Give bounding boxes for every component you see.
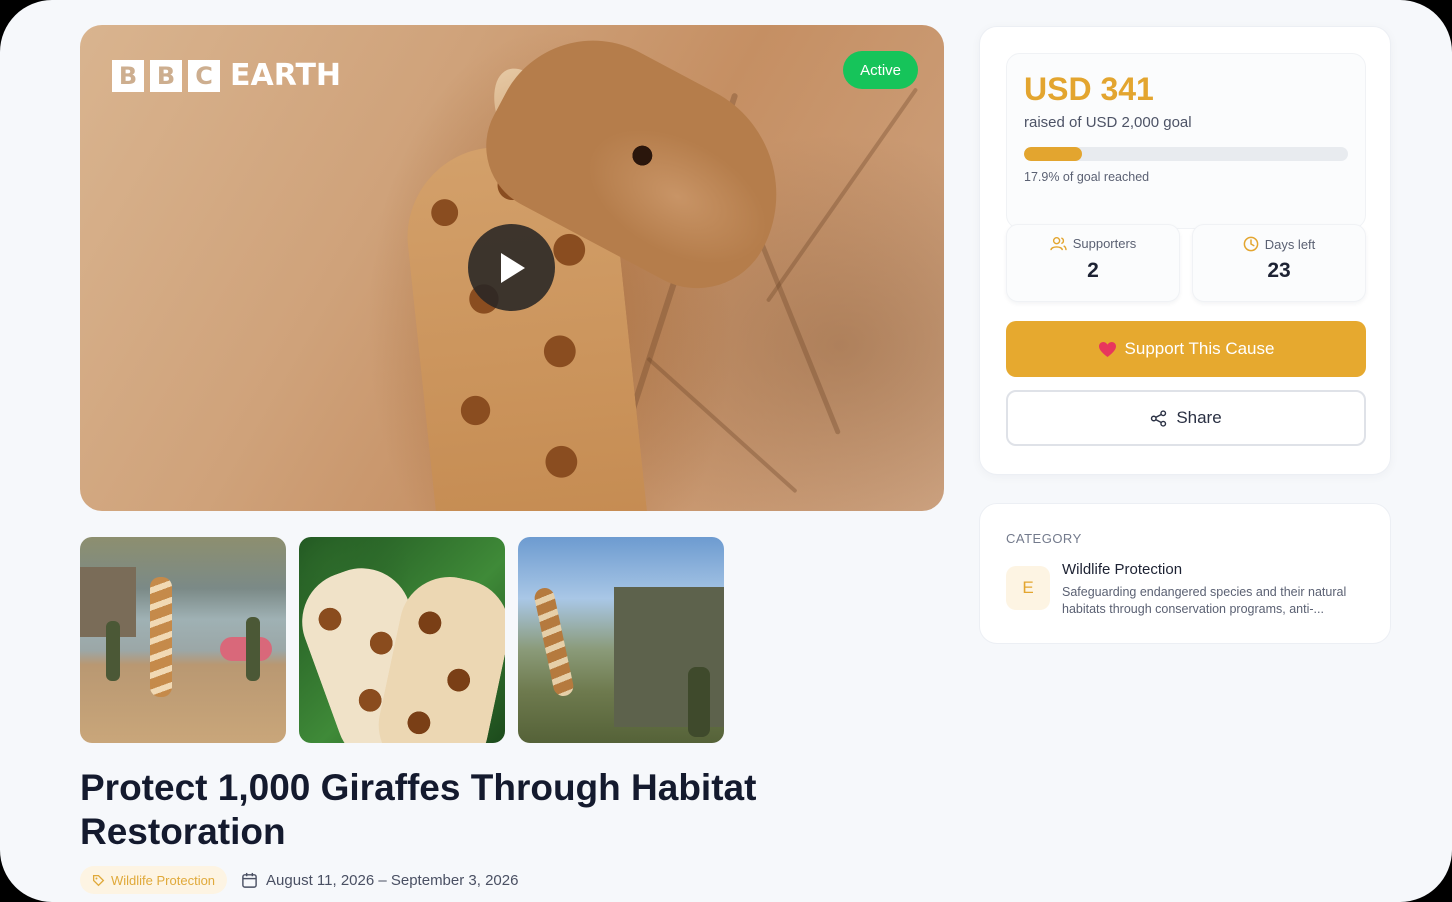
play-icon — [500, 252, 525, 283]
days-left-header: Days left — [1193, 236, 1365, 252]
gallery-thumbnails — [80, 537, 724, 743]
share-button[interactable]: Share — [1006, 390, 1366, 446]
days-left-value: 23 — [1267, 259, 1291, 282]
thumbnail-1[interactable] — [80, 537, 286, 743]
support-cause-label: Support This Cause — [1124, 339, 1275, 358]
category-name[interactable]: Wildlife Protection — [1062, 561, 1182, 578]
page-frame: B B C EARTH Active Protect 1,000 Giraffe… — [0, 0, 1452, 902]
clock-icon — [1243, 236, 1259, 252]
days-left-label: Days left — [1264, 236, 1316, 252]
days-left-stat: Days left 23 — [1192, 224, 1366, 302]
support-cause-button[interactable]: Support This Cause — [1006, 321, 1366, 377]
category-panel: CATEGORY E Wildlife Protection Safeguard… — [979, 503, 1391, 644]
thumbnail-2[interactable] — [299, 537, 505, 743]
date-range: August 11, 2026 – September 3, 2026 — [241, 872, 518, 889]
progress-fill — [1024, 147, 1082, 161]
category-avatar: E — [1006, 566, 1050, 610]
progress-bar — [1024, 147, 1348, 161]
ranger-shape — [246, 617, 260, 681]
donation-panel: USD 341 raised of USD 2,000 goal 17.9% o… — [979, 26, 1391, 475]
bbc-earth-logo: B B C EARTH — [112, 58, 341, 93]
supporters-stat: Supporters 2 — [1006, 224, 1180, 302]
tree-branch — [646, 356, 798, 494]
thumbnail-3[interactable] — [518, 537, 724, 743]
category-tag[interactable]: Wildlife Protection — [80, 866, 228, 894]
calendar-icon — [242, 872, 257, 888]
users-icon — [1050, 236, 1067, 251]
category-description: Safeguarding endangered species and thei… — [1062, 585, 1347, 616]
date-range-text: August 11, 2026 – September 3, 2026 — [266, 871, 519, 889]
progress-label: 17.9% of goal reached — [1024, 170, 1150, 184]
logo-word: EARTH — [230, 58, 342, 93]
supporters-value: 2 — [1087, 259, 1099, 282]
supporters-header: Supporters — [1007, 236, 1179, 251]
category-tag-label: Wildlife Protection — [111, 872, 216, 888]
play-button[interactable] — [468, 224, 555, 311]
logo-letter: C — [188, 59, 220, 92]
supporters-label: Supporters — [1072, 236, 1137, 251]
giraffe-shape — [532, 586, 576, 698]
category-heading: CATEGORY — [1006, 531, 1082, 546]
share-icon — [1151, 409, 1167, 427]
giraffe-shape — [150, 577, 172, 697]
hero-video[interactable]: B B C EARTH Active — [80, 25, 944, 511]
tree-branch — [765, 87, 919, 303]
heart-icon — [1098, 341, 1116, 357]
logo-letter: B — [150, 59, 182, 92]
campaign-title: Protect 1,000 Giraffes Through Habitat R… — [80, 767, 757, 852]
share-label: Share — [1176, 408, 1222, 427]
raised-amount: USD 341 — [1024, 71, 1154, 107]
logo-letter: B — [112, 59, 144, 92]
goal-text: raised of USD 2,000 goal — [1024, 114, 1192, 131]
ranger-shape — [688, 667, 710, 737]
campaign-meta: Wildlife Protection August 11, 2026 – Se… — [80, 866, 518, 894]
status-badge: Active — [843, 51, 918, 89]
tag-icon — [92, 874, 105, 886]
ranger-shape — [106, 621, 120, 681]
